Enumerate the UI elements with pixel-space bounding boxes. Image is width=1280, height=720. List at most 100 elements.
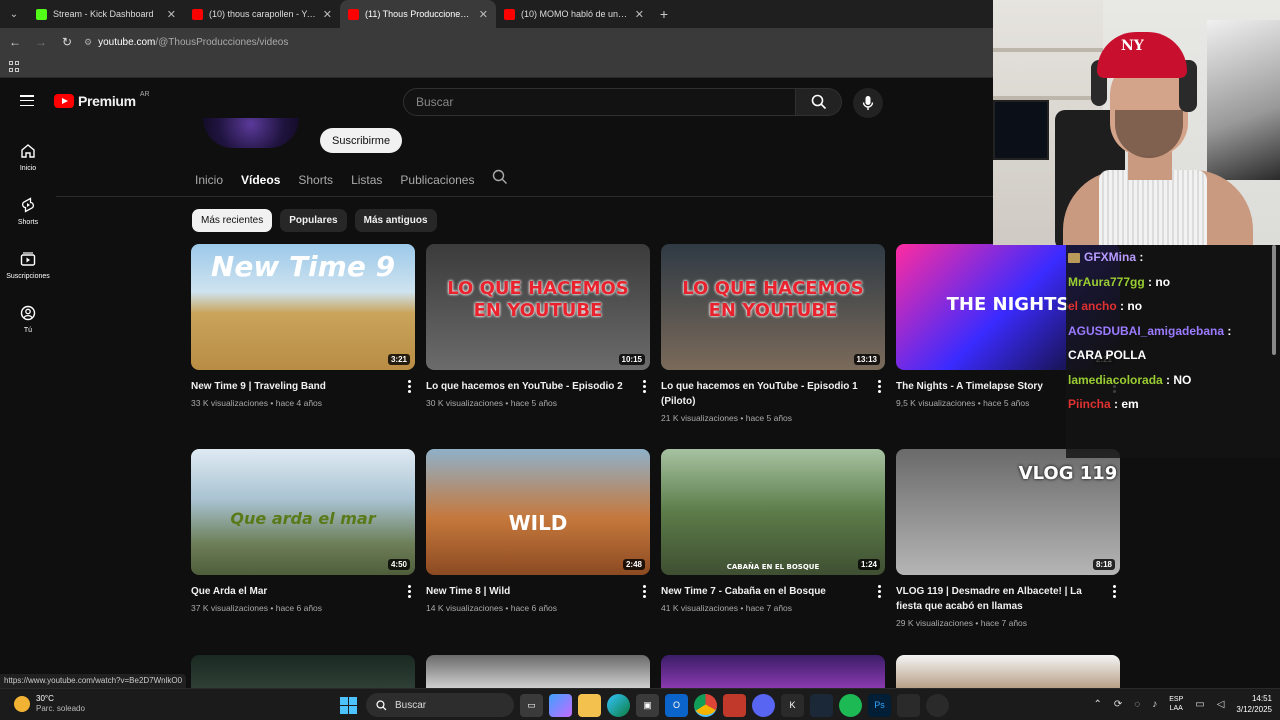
tab-vdeos[interactable]: Vídeos	[241, 173, 280, 193]
video-thumbnail[interactable]: CABAÑA EN EL BOSQUE 1:24	[661, 449, 885, 575]
chat-scrollbar[interactable]	[1272, 245, 1276, 355]
video-title[interactable]: VLOG 119 | Desmadre en Albacete! | La fi…	[896, 584, 1096, 614]
chip-0[interactable]: Más recientes	[192, 209, 273, 232]
start-button[interactable]	[336, 693, 360, 717]
new-tab-button[interactable]: +	[652, 6, 676, 22]
video-thumbnail[interactable]	[426, 655, 650, 688]
video-title[interactable]: Lo que hacemos en YouTube - Episodio 1 (…	[661, 379, 861, 409]
youtube-premium-logo[interactable]: Premium AR	[54, 91, 150, 109]
browser-tab[interactable]: (10) MOMO habló de una DEUDA ✕	[496, 0, 652, 28]
tab-shorts[interactable]: Shorts	[298, 173, 333, 193]
guide-item-home[interactable]: Inicio	[0, 130, 56, 184]
volume-icon[interactable]: ◁	[1217, 699, 1225, 710]
steam-icon[interactable]	[810, 693, 833, 717]
browser-tab[interactable]: (10) thous carapollen - YouTube ✕	[184, 0, 340, 28]
video-card[interactable]: LO QUE HACEMOS EN YOUTUBE 13:13 Lo que hac…	[661, 244, 885, 449]
video-title[interactable]: New Time 8 | Wild	[426, 584, 626, 599]
more-actions-icon[interactable]	[408, 380, 411, 393]
chevron-up-icon[interactable]: ⌃	[1094, 699, 1102, 710]
channel-search-icon[interactable]	[492, 169, 508, 190]
channel-avatar[interactable]	[203, 118, 299, 148]
apps-grid-icon[interactable]	[9, 61, 20, 72]
chat-username[interactable]: el ancho	[1068, 299, 1117, 313]
mute-icon[interactable]: ◌	[1134, 699, 1140, 710]
discord-icon[interactable]	[752, 693, 775, 717]
obs-icon[interactable]	[926, 693, 949, 717]
subscribe-button[interactable]: Suscribirme	[320, 128, 403, 153]
store-icon[interactable]: ▣	[636, 693, 659, 717]
spotify-icon[interactable]	[839, 693, 862, 717]
close-tab-icon[interactable]: ✕	[479, 8, 488, 21]
chat-username[interactable]: MrAura777gg	[1068, 275, 1145, 289]
more-actions-icon[interactable]	[878, 585, 881, 598]
video-thumbnail[interactable]	[896, 655, 1120, 688]
chip-1[interactable]: Populares	[280, 209, 347, 232]
video-title[interactable]: Lo que hacemos en YouTube - Episodio 2	[426, 379, 626, 394]
tab-search-button[interactable]: ⌄	[0, 0, 28, 28]
menu-icon[interactable]	[20, 95, 34, 106]
chrome-icon[interactable]	[694, 693, 717, 717]
more-actions-icon[interactable]	[878, 380, 881, 393]
guide-item-shorts[interactable]: Shorts	[0, 184, 56, 238]
tab-publicaciones[interactable]: Publicaciones	[400, 173, 474, 193]
video-card[interactable]: VLOG 119 8:18 VLOG 119 | Desmadre en Albac…	[896, 449, 1120, 654]
file-explorer-icon[interactable]	[578, 693, 601, 717]
video-thumbnail[interactable]: LO QUE HACEMOS EN YOUTUBE 10:15	[426, 244, 650, 370]
tab-inicio[interactable]: Inicio	[195, 173, 223, 193]
streaming-app-icon[interactable]	[723, 693, 746, 717]
video-card[interactable]: WILD 2:48 New Time 8 | Wild 14 K visualizac…	[426, 449, 650, 654]
browser-tab[interactable]: (11) Thous Producciones - Y ✕	[340, 0, 496, 28]
chat-username[interactable]: GFXMina	[1084, 250, 1136, 264]
task-view-icon[interactable]: ▭	[520, 693, 543, 717]
mic-icon[interactable]: ♪	[1152, 699, 1157, 710]
video-card[interactable]: LO QUE HACEMOS EN YOUTUBE 10:15 Lo que hac…	[426, 244, 650, 449]
photoshop-icon[interactable]: Ps	[868, 693, 891, 717]
close-tab-icon[interactable]: ✕	[323, 8, 332, 21]
app-icon[interactable]	[897, 693, 920, 717]
chat-username[interactable]: Piincha	[1068, 397, 1111, 411]
browser-tab[interactable]: Stream - Kick Dashboard ✕	[28, 0, 184, 28]
more-actions-icon[interactable]	[1113, 585, 1116, 598]
taskbar-search[interactable]: Buscar	[366, 693, 514, 717]
chip-2[interactable]: Más antiguos	[354, 209, 437, 232]
sync-icon[interactable]: ⟳	[1114, 699, 1122, 710]
weather-widget[interactable]: 30°C Parc. soleado	[14, 694, 85, 714]
guide-item-you[interactable]: Tú	[0, 292, 56, 346]
kick-icon[interactable]: K	[781, 693, 804, 717]
reload-button[interactable]: ↻	[58, 35, 76, 49]
video-thumbnail[interactable]	[661, 655, 885, 688]
more-actions-icon[interactable]	[643, 585, 646, 598]
video-thumbnail[interactable]: LO QUE HACEMOS EN YOUTUBE 13:13	[661, 244, 885, 370]
close-tab-icon[interactable]: ✕	[167, 8, 176, 21]
site-info-icon[interactable]: ⚙	[84, 37, 92, 48]
clock[interactable]: 14:51 3/12/2025	[1236, 693, 1272, 715]
more-actions-icon[interactable]	[643, 380, 646, 393]
close-tab-icon[interactable]: ✕	[635, 8, 644, 21]
more-actions-icon[interactable]	[408, 585, 411, 598]
forward-button[interactable]: →	[32, 35, 50, 49]
search-button[interactable]	[796, 88, 842, 116]
video-title[interactable]: New Time 7 - Cabaña en el Bosque	[661, 584, 861, 599]
language-indicator[interactable]: ESP LAA	[1169, 695, 1183, 713]
guide-item-subscriptions[interactable]: Suscripciones	[0, 238, 56, 292]
copilot-icon[interactable]	[549, 693, 572, 717]
video-card[interactable]: New Time 9 3:21 New Time 9 | Traveling Ban…	[191, 244, 415, 449]
search-input[interactable]: Buscar	[403, 88, 796, 116]
tab-listas[interactable]: Listas	[351, 173, 382, 193]
edge-icon[interactable]	[607, 693, 630, 717]
back-button[interactable]: ←	[6, 35, 24, 49]
video-title[interactable]: New Time 9 | Traveling Band	[191, 379, 391, 394]
video-card[interactable]: Que arda el mar 4:50 Que Arda el Mar 37 K v…	[191, 449, 415, 654]
video-thumbnail[interactable]: VLOG 119 8:18	[896, 449, 1120, 575]
chat-username[interactable]: lamediacolorada	[1068, 373, 1163, 387]
video-thumbnail[interactable]: Que arda el mar 4:50	[191, 449, 415, 575]
video-title[interactable]: Que Arda el Mar	[191, 584, 391, 599]
video-thumbnail[interactable]	[191, 655, 415, 688]
url-field[interactable]: ⚙ youtube.com/@ThousProducciones/videos	[84, 37, 288, 48]
voice-search-button[interactable]	[853, 88, 883, 118]
video-card[interactable]: CABAÑA EN EL BOSQUE 1:24 New Time 7 - Caba…	[661, 449, 885, 654]
video-thumbnail[interactable]: WILD 2:48	[426, 449, 650, 575]
network-icon[interactable]: ▭	[1195, 699, 1204, 710]
outlook-icon[interactable]: O	[665, 693, 688, 717]
video-thumbnail[interactable]: New Time 9 3:21	[191, 244, 415, 370]
